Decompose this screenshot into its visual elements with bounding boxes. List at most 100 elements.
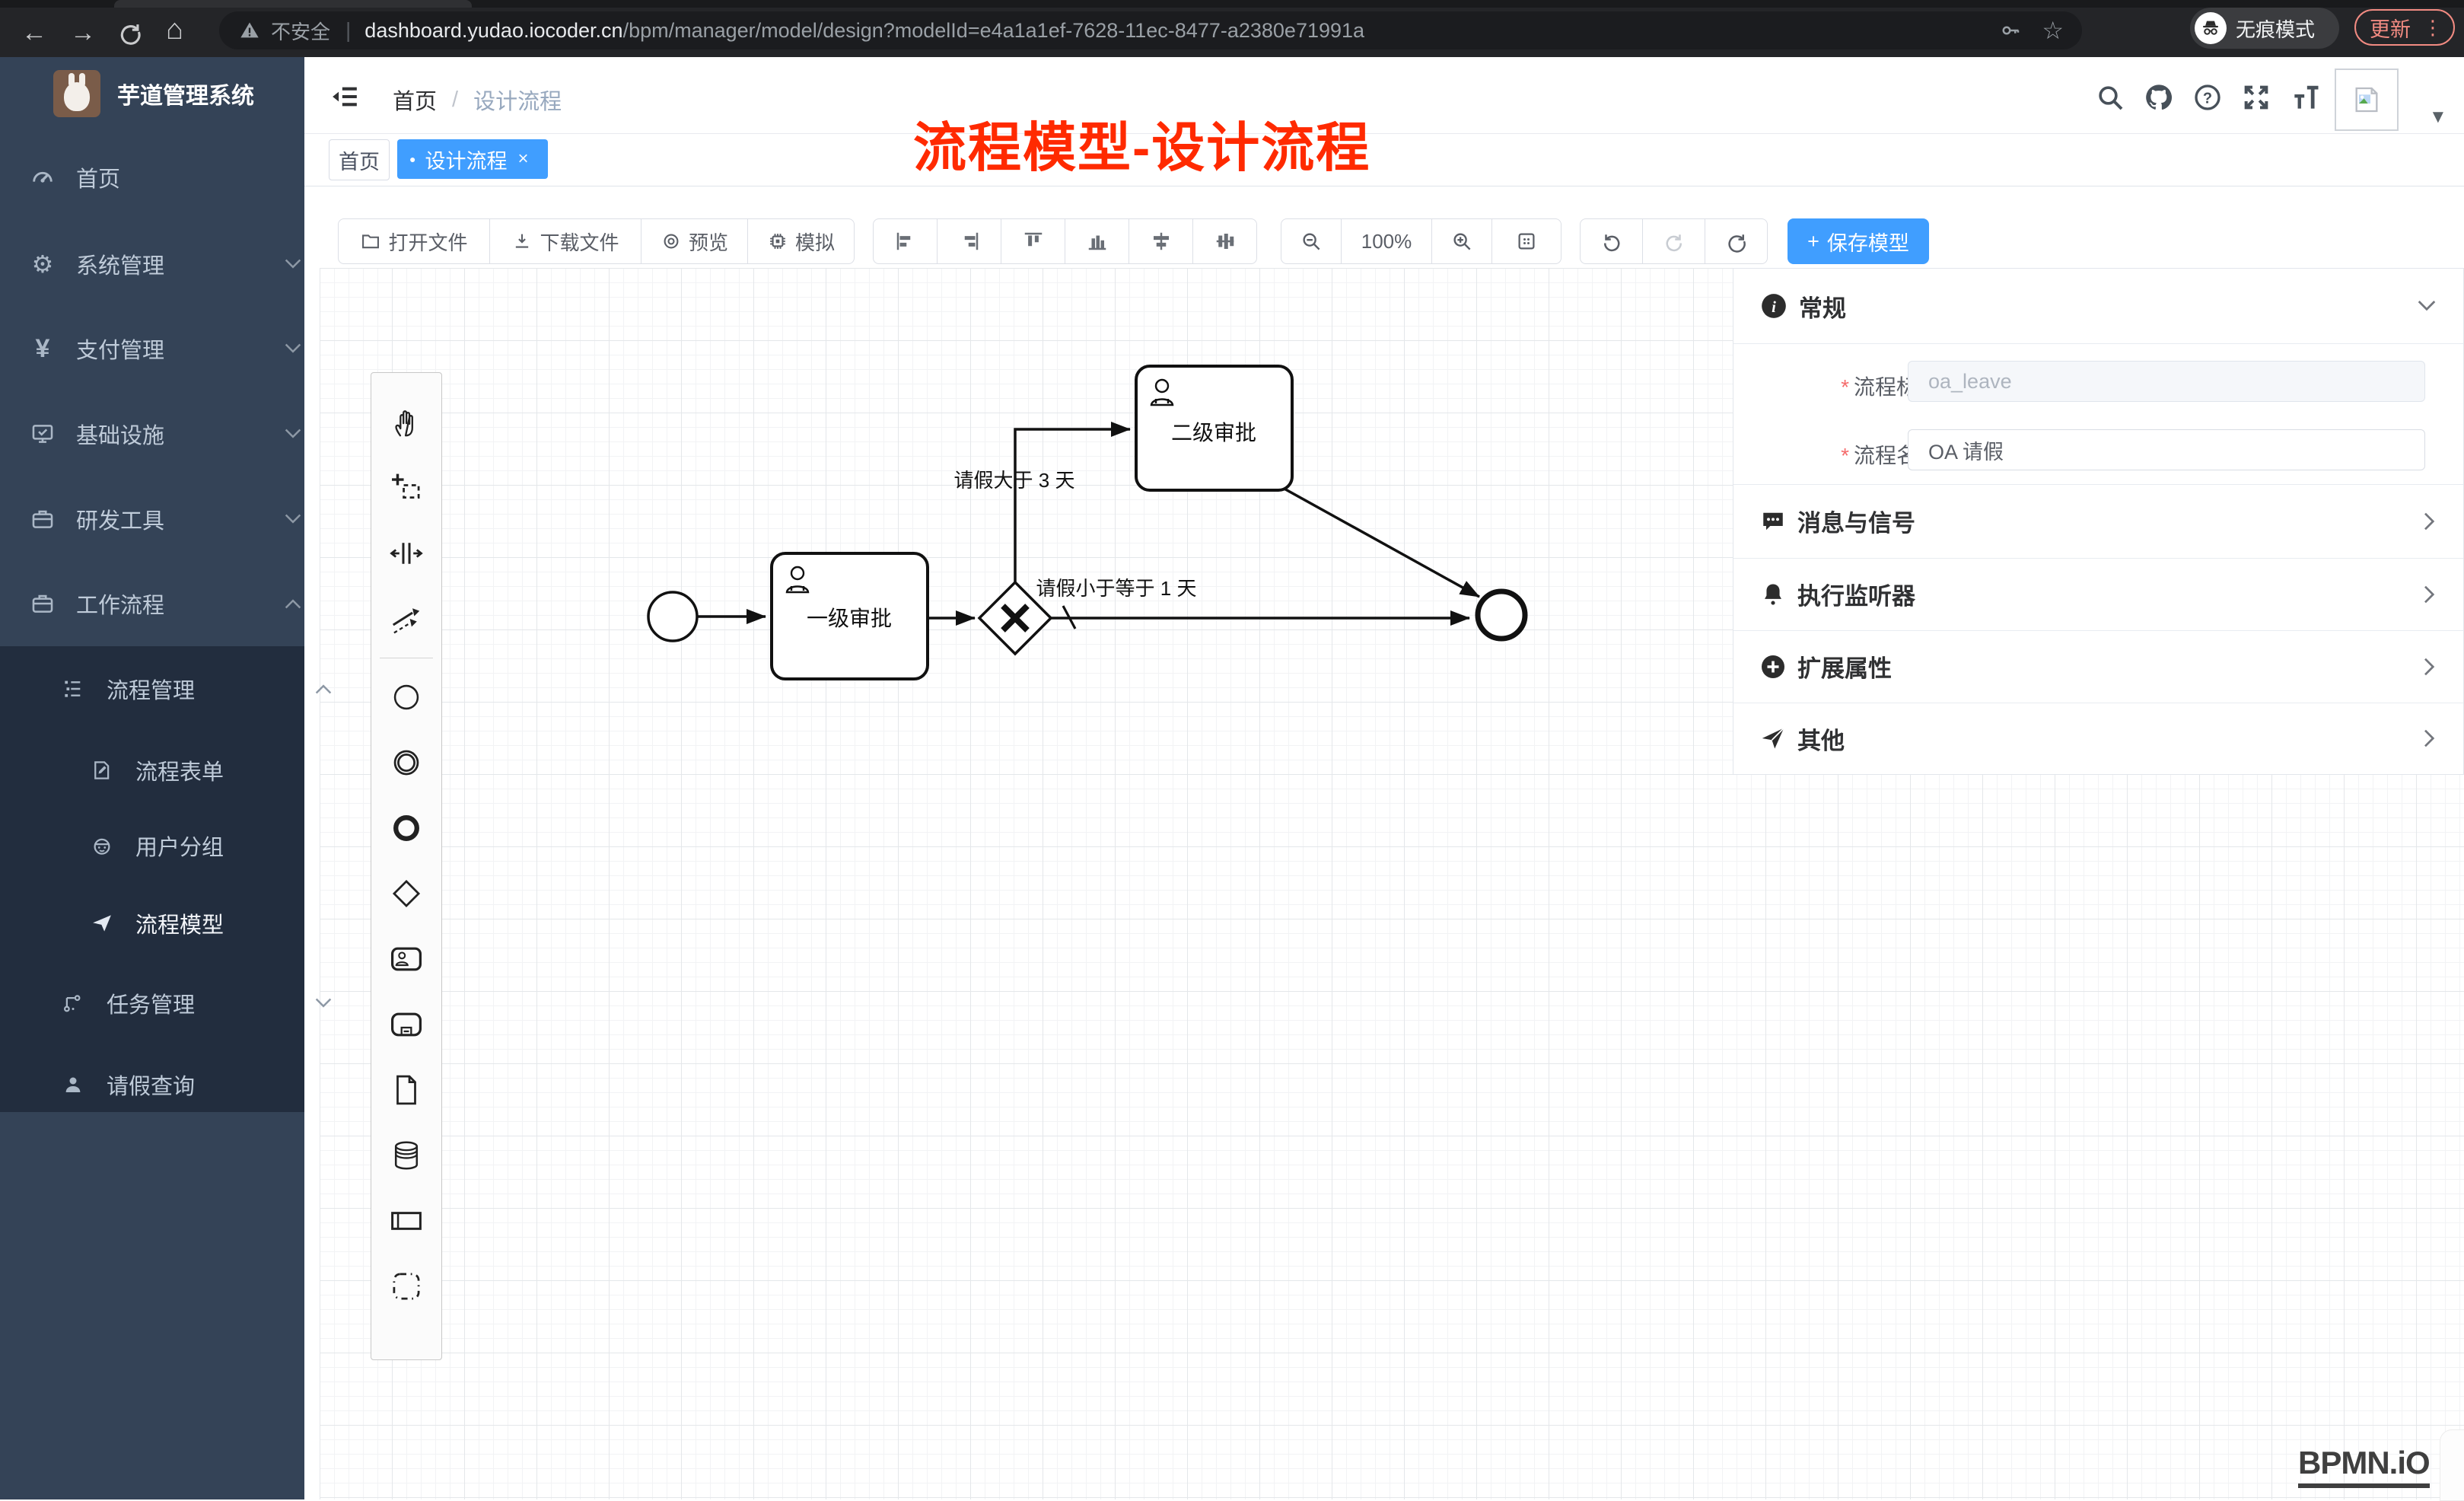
- sidebar-logo-row[interactable]: 芋道管理系统: [0, 57, 304, 130]
- tab-home[interactable]: 首页: [329, 139, 390, 180]
- sidebar-item-payment[interactable]: ¥ 支付管理: [0, 307, 332, 390]
- create-data-object[interactable]: [371, 1057, 442, 1123]
- align-center-horizontal-button[interactable]: [1192, 218, 1257, 264]
- help-icon[interactable]: ?: [2192, 82, 2223, 113]
- sidebar-item-user-group[interactable]: 用户分组: [0, 804, 391, 888]
- panel-section-other[interactable]: 其他: [1733, 703, 2463, 774]
- briefcase-icon: [27, 506, 58, 532]
- reload-icon[interactable]: [117, 19, 143, 45]
- zoom-level[interactable]: 100%: [1341, 218, 1432, 264]
- create-data-store[interactable]: [371, 1123, 442, 1188]
- sidebar-item-home[interactable]: 首页: [0, 135, 332, 219]
- panel-section-extension-attrs[interactable]: 扩展属性: [1733, 630, 2463, 703]
- password-key-icon[interactable]: [1999, 19, 2022, 42]
- create-subprocess[interactable]: [371, 992, 442, 1057]
- zoom-out-button[interactable]: [1281, 218, 1342, 264]
- chevron-down-icon: [285, 259, 301, 269]
- message-bubble-icon: [1759, 508, 1787, 535]
- broken-image-icon: [2351, 84, 2382, 115]
- gateway-icon: [389, 876, 424, 911]
- update-label[interactable]: 更新: [2370, 13, 2411, 43]
- sidebar-item-system[interactable]: ⚙ 系统管理: [0, 222, 332, 306]
- home-icon[interactable]: ⌂: [166, 17, 183, 43]
- redo-button[interactable]: [1642, 218, 1705, 264]
- process-name-input[interactable]: OA 请假: [1908, 429, 2425, 470]
- sidebar-item-task-mgmt[interactable]: 任务管理: [0, 961, 362, 1045]
- monitor-icon: [27, 421, 58, 447]
- space-tool[interactable]: [371, 521, 442, 586]
- chevron-down-icon: [285, 514, 301, 524]
- gear-icon: ⚙: [27, 252, 58, 276]
- download-file-button[interactable]: 下载文件: [489, 218, 641, 264]
- hand-tool[interactable]: [371, 390, 442, 455]
- avatar-caret-icon[interactable]: ▼: [2429, 107, 2447, 128]
- paper-plane-icon: [87, 912, 117, 935]
- preview-button[interactable]: 预览: [641, 218, 748, 264]
- tab-close-icon[interactable]: ×: [517, 148, 528, 170]
- github-icon[interactable]: [2144, 82, 2174, 113]
- forward-icon[interactable]: →: [70, 20, 96, 46]
- simulate-button[interactable]: 模拟: [747, 218, 855, 264]
- sidebar-collapse-icon[interactable]: [330, 82, 359, 111]
- zoom-in-button[interactable]: [1431, 218, 1492, 264]
- url-domain[interactable]: dashboard.yudao.iocoder.cn: [365, 19, 622, 43]
- chevron-down-icon: [285, 429, 301, 439]
- browser-active-tab[interactable]: [114, 0, 472, 8]
- breadcrumb-current: 设计流程: [473, 84, 562, 116]
- create-group[interactable]: [371, 1254, 442, 1319]
- insecure-warning-icon: [239, 20, 260, 41]
- create-participant[interactable]: [371, 1188, 442, 1254]
- redo-icon: [1663, 230, 1686, 253]
- bell-icon: [1759, 581, 1787, 608]
- lasso-tool[interactable]: [371, 455, 442, 521]
- insecure-label[interactable]: 不安全: [271, 17, 330, 45]
- align-left-button[interactable]: [873, 218, 938, 264]
- align-bottom-button[interactable]: [1065, 218, 1129, 264]
- back-icon[interactable]: ←: [21, 20, 47, 46]
- panel-section-execution-listener[interactable]: 执行监听器: [1733, 558, 2463, 630]
- fullscreen-icon[interactable]: [2241, 82, 2271, 113]
- align-center-vertical-button[interactable]: [1129, 218, 1193, 264]
- connection-tool[interactable]: [371, 586, 442, 652]
- sidebar-item-leave-query[interactable]: 请假查询: [0, 1043, 362, 1127]
- sidebar-item-devtools[interactable]: 研发工具: [0, 477, 332, 561]
- align-center-horizontal-icon: [1214, 230, 1237, 253]
- open-file-button[interactable]: 打开文件: [338, 218, 490, 264]
- app-header: [304, 57, 2464, 134]
- refresh-button[interactable]: [1705, 218, 1768, 264]
- chrome-menu-dots-icon[interactable]: ⋮: [2423, 16, 2443, 40]
- bpmn-io-watermark[interactable]: BPMN.iO: [2298, 1445, 2430, 1488]
- sidebar-item-process-mgmt[interactable]: 流程管理: [0, 647, 362, 731]
- preview-eye-icon: [661, 231, 682, 252]
- sidebar-item-label: 流程表单: [135, 754, 224, 786]
- breadcrumb-home[interactable]: 首页: [393, 84, 437, 116]
- bookmark-star-icon[interactable]: ☆: [2042, 16, 2064, 45]
- chrome-update-button[interactable]: 更新 ⋮: [2354, 9, 2455, 46]
- process-key-input[interactable]: oa_leave: [1908, 361, 2425, 402]
- panel-section-general[interactable]: i 常规: [1733, 269, 2463, 343]
- font-size-icon[interactable]: [2289, 81, 2322, 114]
- avatar[interactable]: [2335, 69, 2399, 131]
- user-task-icon: [387, 942, 425, 977]
- chevron-right-icon: [2424, 512, 2436, 531]
- align-right-button[interactable]: [937, 218, 1001, 264]
- sidebar-item-process-form[interactable]: 流程表单: [0, 728, 391, 812]
- sidebar-item-process-model[interactable]: 流程模型: [0, 881, 391, 965]
- url-bar[interactable]: 不安全 | dashboard.yudao.iocoder.cn/bpm/man…: [219, 11, 2082, 49]
- file-button-group: 打开文件 下载文件 预览 模拟: [338, 218, 855, 264]
- sidebar-item-infrastructure[interactable]: 基础设施: [0, 392, 332, 476]
- page-tabstrip: [304, 134, 2464, 186]
- app-logo: [53, 70, 100, 117]
- align-top-button[interactable]: [1001, 218, 1065, 264]
- save-model-button[interactable]: + 保存模型: [1788, 218, 1929, 264]
- panel-section-message-signal[interactable]: 消息与信号: [1733, 484, 2463, 558]
- tab-design-process[interactable]: ● 设计流程 ×: [397, 139, 548, 179]
- create-start-event[interactable]: [371, 664, 442, 730]
- undo-button[interactable]: [1580, 218, 1643, 264]
- search-icon[interactable]: [2095, 82, 2125, 113]
- annotation-title: 流程模型-设计流程: [913, 105, 1370, 182]
- sidebar-item-workflow[interactable]: 工作流程: [0, 562, 332, 645]
- zoom-reset-button[interactable]: [1491, 218, 1561, 264]
- dashboard-icon: [27, 164, 58, 190]
- flow-nodes-icon: [58, 992, 88, 1015]
